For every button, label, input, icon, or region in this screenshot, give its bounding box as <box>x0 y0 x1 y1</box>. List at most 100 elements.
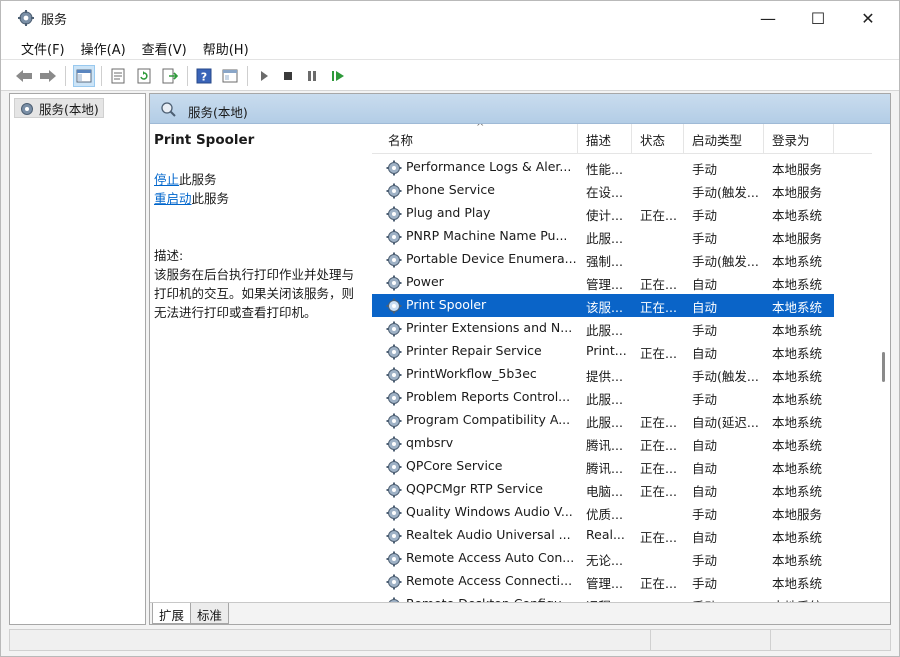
table-row[interactable]: PrintWorkflow_5b3ec 提供... 手动(触发... 本地系统 <box>372 363 834 386</box>
table-row[interactable]: Remote Access Auto Con... 无论... 手动 本地系统 <box>372 547 834 570</box>
cell-logon-as: 本地服务 <box>772 162 823 177</box>
cell-description: 管理... <box>586 576 623 591</box>
pane-header-title: 服务(本地) <box>188 105 248 120</box>
table-row[interactable]: Printer Repair Service Print... 正在... 自动 本地系… <box>372 340 834 363</box>
cell-startup-type: 自动 <box>692 438 718 453</box>
table-row[interactable]: QPCore Service 腾讯... 正在... 自动 本地系统 <box>372 455 834 478</box>
table-row[interactable]: Printer Extensions and N... 此服... 手动 本地系统 <box>372 317 834 340</box>
table-row[interactable]: Power 管理... 正在... 自动 本地系统 <box>372 271 834 294</box>
cell-logon-as: 本地系统 <box>772 208 823 223</box>
console-tree-icon[interactable] <box>73 65 95 87</box>
pause-icon[interactable] <box>301 65 323 87</box>
properties-icon[interactable] <box>107 65 129 87</box>
cell-logon-as: 本地服务 <box>772 185 823 200</box>
cell-startup-type: 自动 <box>692 484 718 499</box>
menu-file[interactable]: 文件(F) <box>13 35 73 59</box>
cell-status: 正在... <box>640 438 677 453</box>
cell-name: PNRP Machine Name Pu... <box>406 228 568 243</box>
column-status[interactable]: 状态 <box>632 124 684 154</box>
cell-startup-type: 自动 <box>692 300 718 315</box>
table-row[interactable]: Problem Reports Control... 此服... 手动 本地系统 <box>372 386 834 409</box>
menu-help[interactable]: 帮助(H) <box>195 35 257 59</box>
cell-status: 正在... <box>640 484 677 499</box>
column-logon-as-label: 登录为 <box>772 132 810 148</box>
view-icon[interactable] <box>219 65 241 87</box>
cell-status: 正在... <box>640 208 677 223</box>
table-row[interactable]: Remote Access Connecti... 管理... 正在... 手动 本地系… <box>372 570 834 593</box>
menu-view[interactable]: 查看(V) <box>134 35 195 59</box>
table-row[interactable]: Print Spooler 该服... 正在... 自动 本地系统 <box>372 294 834 317</box>
description-line: 该服务在后台执行打印作业并处理与 <box>154 267 355 282</box>
cell-name: Remote Access Auto Con... <box>406 550 575 565</box>
menu-action[interactable]: 操作(A) <box>73 35 134 59</box>
vertical-scrollbar[interactable] <box>876 124 890 602</box>
table-row[interactable]: Phone Service 在设... 手动(触发... 本地服务 <box>372 179 834 202</box>
service-gear-icon <box>386 275 402 291</box>
close-button[interactable]: ✕ <box>843 1 893 35</box>
export-icon[interactable] <box>159 65 181 87</box>
service-gear-icon <box>386 183 402 199</box>
tab-standard[interactable]: 标准 <box>190 603 230 624</box>
help-icon[interactable]: ? <box>193 65 215 87</box>
table-row[interactable]: Program Compatibility A... 此服... 正在... 自动(延… <box>372 409 834 432</box>
cell-logon-as: 本地系统 <box>772 530 823 545</box>
cell-status: 正在... <box>640 576 677 591</box>
column-logon-as[interactable]: 登录为 <box>764 124 834 154</box>
cell-startup-type: 手动 <box>692 576 718 591</box>
sort-ascending-icon: ^ <box>476 124 485 133</box>
table-row[interactable]: QQPCMgr RTP Service 电脑... 正在... 自动 本地系统 <box>372 478 834 501</box>
cell-logon-as: 本地系统 <box>772 576 823 591</box>
table-row[interactable]: Quality Windows Audio V... 优质... 手动 本地服务 <box>372 501 834 524</box>
cell-name: Print Spooler <box>406 297 487 312</box>
table-row[interactable]: PNRP Machine Name Pu... 此服... 手动 本地服务 <box>372 225 834 248</box>
cell-name: QQPCMgr RTP Service <box>406 481 543 496</box>
status-separator <box>770 630 771 650</box>
restart-icon[interactable] <box>327 65 349 87</box>
forward-icon[interactable] <box>37 65 59 87</box>
cell-startup-type: 手动 <box>692 553 718 568</box>
column-name[interactable]: 名称 ^ <box>372 124 578 154</box>
column-description[interactable]: 描述 <box>578 124 632 154</box>
cell-logon-as: 本地系统 <box>772 415 823 430</box>
toolbar: ? <box>1 59 899 91</box>
cell-description: 腾讯... <box>586 438 623 453</box>
service-gear-icon <box>386 160 402 176</box>
cell-startup-type: 自动 <box>692 346 718 361</box>
maximize-button[interactable]: ☐ <box>793 1 843 35</box>
pane-header: 服务(本地) <box>150 94 890 124</box>
cell-description: 此服... <box>586 392 623 407</box>
cell-name: QPCore Service <box>406 458 503 473</box>
status-separator <box>650 630 651 650</box>
column-startup-type[interactable]: 启动类型 <box>684 124 764 154</box>
tree-item-services-local[interactable]: 服务(本地) <box>14 98 104 118</box>
cell-status: 正在... <box>640 346 677 361</box>
column-startup-type-label: 启动类型 <box>692 132 743 148</box>
table-row[interactable]: Portable Device Enumera... 强制... 手动(触发... 本… <box>372 248 834 271</box>
service-gear-icon <box>386 229 402 245</box>
table-row[interactable]: Plug and Play 使计... 正在... 手动 本地系统 <box>372 202 834 225</box>
table-row[interactable]: Remote Desktop Configu...远程...手动本地系统 <box>372 593 834 602</box>
stop-icon[interactable] <box>277 65 299 87</box>
services-search-icon <box>161 102 176 117</box>
stop-service-link[interactable]: 停止 <box>154 172 179 187</box>
service-gear-icon <box>386 367 402 383</box>
cell-startup-type: 手动(触发... <box>692 185 759 200</box>
service-gear-icon <box>386 528 402 544</box>
console-tree: 服务(本地) <box>9 93 146 625</box>
stop-service-line: 停止此服务 <box>154 170 372 189</box>
refresh-icon[interactable] <box>133 65 155 87</box>
tab-extended[interactable]: 扩展 <box>152 603 192 624</box>
selected-service-title: Print Spooler <box>154 132 255 148</box>
cell-startup-type: 自动 <box>692 277 718 292</box>
table-row[interactable]: Realtek Audio Universal ... Real... 正在... 自… <box>372 524 834 547</box>
table-row[interactable]: Performance Logs & Aler... 性能... 手动 本地服务 <box>372 156 834 179</box>
back-icon[interactable] <box>13 65 35 87</box>
table-row[interactable]: qmbsrv 腾讯... 正在... 自动 本地系统 <box>372 432 834 455</box>
cell-name: Portable Device Enumera... <box>406 251 576 266</box>
service-gear-icon <box>386 206 402 222</box>
minimize-button[interactable]: — <box>743 1 793 35</box>
scrollbar-thumb[interactable] <box>882 352 885 382</box>
restart-service-link[interactable]: 重启动 <box>154 191 192 206</box>
cell-logon-as: 本地系统 <box>772 300 823 315</box>
start-icon[interactable] <box>253 65 275 87</box>
